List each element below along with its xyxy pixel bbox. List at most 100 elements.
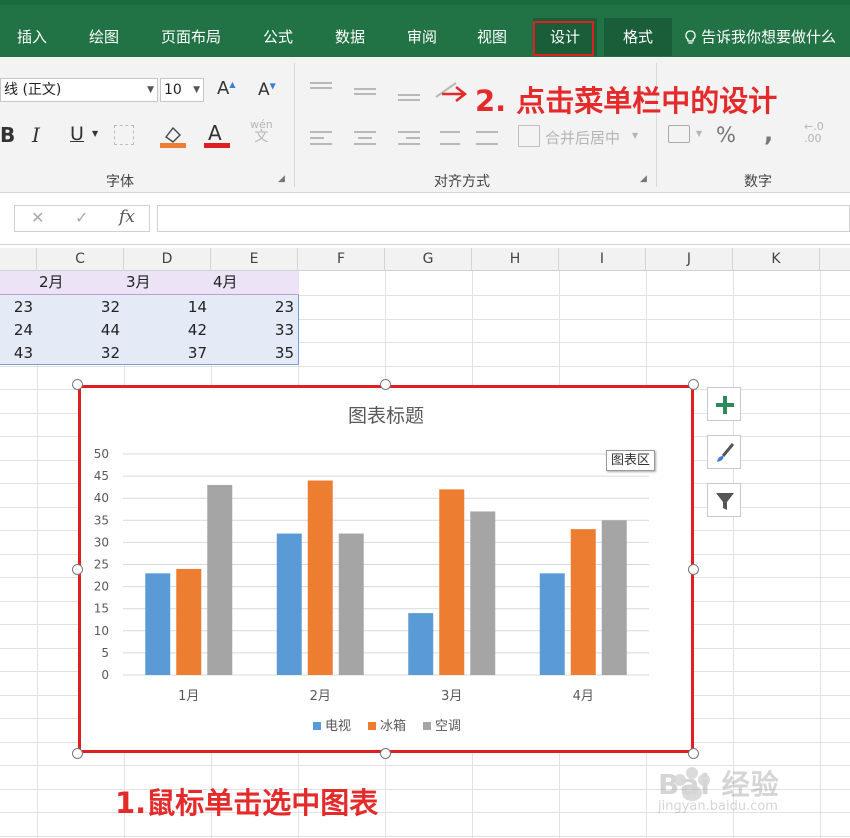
table-cell[interactable]: 14 (124, 296, 211, 319)
phonetic-char: 文 (254, 129, 269, 145)
resize-handle[interactable] (380, 379, 391, 390)
italic-button[interactable]: I (32, 123, 40, 147)
column-header-f[interactable]: F (298, 248, 385, 271)
table-cell[interactable]: 37 (124, 342, 211, 365)
y-tick-label: 20 (94, 580, 109, 594)
paint-bucket-icon (160, 126, 186, 148)
column-header-g[interactable]: G (385, 248, 472, 271)
grid-row-line (0, 836, 850, 837)
fx-icon[interactable]: fx (119, 207, 135, 227)
y-tick-label: 40 (94, 491, 109, 505)
number-group-label: 数字 (744, 174, 772, 190)
column-header-e[interactable]: E (211, 248, 298, 271)
tab-format[interactable]: 格式 (604, 18, 672, 56)
chart-area[interactable]: 图表标题 0 5 10 15 20 25 30 35 40 45 50 1月 2月 3月 4月 电视 冰箱 空调 (78, 385, 694, 753)
percent-button[interactable]: % (716, 123, 736, 147)
annotation-step1: 1.鼠标单击选中图表 (115, 786, 379, 820)
table-cell[interactable]: 32 (37, 296, 124, 319)
x-tick-label: 1月 (178, 689, 199, 704)
font-name-combo[interactable]: 线 (正文) ▼ (0, 78, 158, 102)
bar-电视-4月 (539, 573, 565, 675)
column-header-j[interactable]: J (646, 248, 733, 271)
watermark-url: jingyan.baidu.com (658, 799, 778, 814)
cancel-icon[interactable]: ✕ (31, 208, 44, 227)
increase-decimal-button[interactable]: ←.0.00 (804, 121, 824, 145)
merge-center-button[interactable]: 合并后居中 (545, 127, 620, 148)
resize-handle[interactable] (72, 379, 83, 390)
phonetic-guide-button[interactable]: wén 文 (250, 119, 273, 145)
column-header-c[interactable]: C (37, 248, 124, 271)
column-header-b[interactable] (0, 248, 37, 271)
accounting-format-icon[interactable] (668, 125, 690, 143)
column-header-d[interactable]: D (124, 248, 211, 271)
font-size-combo[interactable]: 10 ▼ (160, 78, 204, 102)
chart-title: 图表标题 (348, 405, 424, 427)
title-strip (0, 0, 850, 5)
column-header-i[interactable]: I (559, 248, 646, 271)
table-cell[interactable]: 42 (124, 319, 211, 342)
header-cell-mar[interactable]: 3月 (126, 271, 151, 294)
tell-me-text: 告诉我你想要做什么 (701, 28, 837, 46)
tab-data[interactable]: 数据 (328, 18, 372, 56)
dialog-launcher-icon[interactable]: ◢ (278, 174, 288, 184)
formula-input[interactable] (157, 205, 850, 232)
check-icon[interactable]: ✓ (75, 208, 88, 227)
chevron-down-icon[interactable]: ▼ (92, 129, 98, 138)
formula-buttons: ✕ ✓ fx (14, 205, 150, 232)
tab-formulas[interactable]: 公式 (256, 18, 300, 56)
fill-color-button[interactable] (160, 123, 186, 153)
grow-font-button[interactable]: A▲ (217, 78, 235, 99)
font-size-value: 10 (164, 82, 182, 98)
header-cell-feb[interactable]: 2月 (39, 271, 64, 294)
underline-button[interactable]: U (70, 123, 84, 145)
merge-center-icon (518, 125, 540, 147)
chart-elements-button[interactable] (707, 387, 741, 421)
table-cell[interactable]: 32 (37, 342, 124, 365)
y-tick-label: 35 (94, 513, 109, 527)
chevron-down-icon[interactable]: ▼ (632, 131, 638, 140)
bar-空调-4月 (601, 520, 627, 675)
bar-冰箱-2月 (307, 480, 333, 675)
tab-page-layout[interactable]: 页面布局 (155, 18, 227, 56)
header-cell-apr[interactable]: 4月 (213, 271, 238, 294)
ribbon-tab-bar: 插入 绘图 页面布局 公式 数据 审阅 视图 设计 格式 告诉我你想要做什么 (0, 0, 850, 57)
comma-button[interactable]: , (764, 119, 773, 147)
dialog-launcher-icon[interactable]: ◢ (640, 174, 650, 184)
table-cell[interactable]: 23 (0, 296, 37, 319)
resize-handle[interactable] (72, 748, 83, 759)
grid-row-line (0, 366, 850, 367)
font-name-value: 线 (正文) (4, 82, 62, 98)
tell-me-box[interactable]: 告诉我你想要做什么 (684, 18, 836, 56)
alignment-group-label: 对齐方式 (434, 174, 490, 190)
legend-swatch (423, 722, 431, 730)
table-cell[interactable]: 33 (211, 319, 298, 342)
tab-insert[interactable]: 插入 (10, 18, 54, 56)
column-header-h[interactable]: H (472, 248, 559, 271)
watermark: Bai 经验 jingyan.baidu.com (640, 755, 810, 825)
chart-filters-button[interactable] (707, 483, 741, 517)
resize-handle[interactable] (72, 564, 83, 575)
table-cell[interactable]: 35 (211, 342, 298, 365)
chart-styles-button[interactable] (707, 435, 741, 469)
table-cell[interactable]: 43 (0, 342, 37, 365)
tab-view[interactable]: 视图 (470, 18, 514, 56)
bold-button[interactable]: B (0, 123, 15, 147)
shrink-font-button[interactable]: A▼ (258, 80, 276, 100)
y-tick-label: 5 (101, 646, 109, 660)
column-header-k[interactable]: K (733, 248, 820, 271)
filter-icon (716, 493, 734, 510)
chevron-down-icon[interactable]: ▼ (696, 129, 702, 138)
group-separator (294, 63, 295, 187)
y-tick-label: 50 (94, 447, 109, 461)
table-cell[interactable]: 44 (37, 319, 124, 342)
table-cell[interactable]: 24 (0, 319, 37, 342)
resize-handle[interactable] (380, 748, 391, 759)
table-cell[interactable]: 23 (211, 296, 298, 319)
resize-handle[interactable] (688, 379, 699, 390)
excel-window: 插入 绘图 页面布局 公式 数据 审阅 视图 设计 格式 告诉我你想要做什么 线… (0, 0, 850, 838)
tab-review[interactable]: 审阅 (400, 18, 444, 56)
font-color-button[interactable]: A (204, 121, 230, 153)
tab-draw[interactable]: 绘图 (82, 18, 126, 56)
border-icon[interactable] (114, 125, 134, 145)
resize-handle[interactable] (688, 564, 699, 575)
